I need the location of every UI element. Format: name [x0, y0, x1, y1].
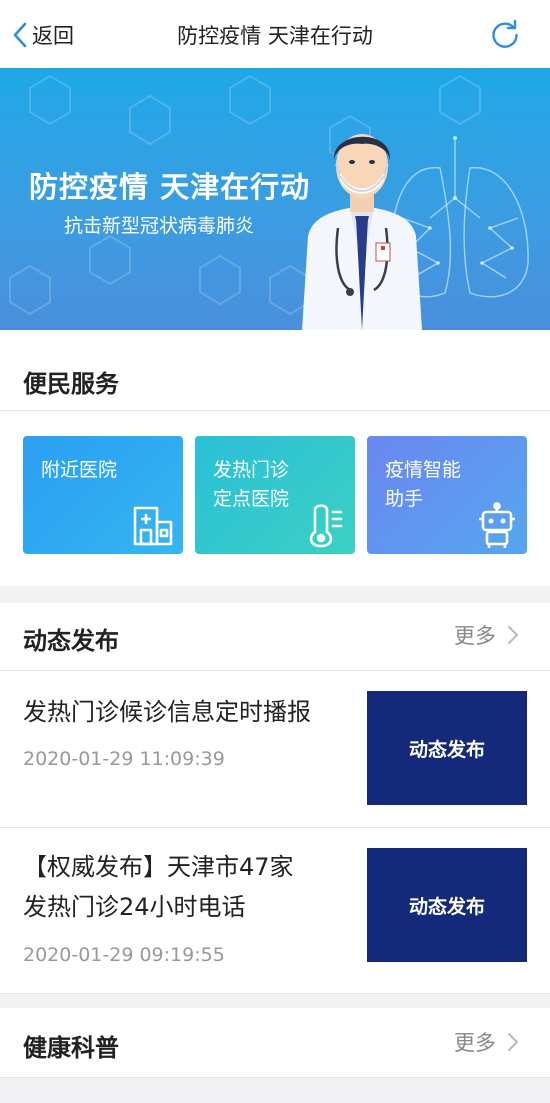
dynamic-title: 动态发布 [23, 627, 119, 655]
nearby-hospital-card[interactable]: 附近医院 [23, 436, 183, 554]
robot-icon [479, 502, 515, 548]
dynamic-header: 动态发布 更多 [0, 603, 550, 671]
page-title: 防控疫情 天津在行动 [177, 24, 373, 48]
dynamic-more-link[interactable]: 更多 [454, 618, 520, 652]
epidemic-assistant-card[interactable]: 疫情智能 助手 [367, 436, 527, 554]
services-title: 便民服务 [23, 370, 119, 398]
chevron-right-icon [508, 626, 518, 644]
news-title: 发热门诊候诊信息定时播报 [23, 698, 311, 726]
banner-subtitle: 抗击新型冠状病毒肺炎 [64, 215, 255, 237]
health-header: 健康科普 更多 [0, 1008, 550, 1078]
epidemic-banner[interactable]: 防控疫情 天津在行动 抗击新型冠状病毒肺炎 [0, 68, 550, 330]
chevron-right-icon [508, 1033, 518, 1051]
services-header: 便民服务 [0, 330, 550, 411]
card-label: 发热门诊 定点医院 [213, 459, 290, 510]
more-label: 更多 [454, 624, 496, 648]
health-more-link[interactable]: 更多 [454, 1025, 520, 1059]
banner-title: 防控疫情 天津在行动 [29, 170, 311, 204]
news-time: 2020-01-29 09:19:55 [23, 944, 225, 966]
card-label: 疫情智能 助手 [385, 459, 462, 510]
thermometer-icon [309, 504, 343, 548]
more-label: 更多 [454, 1031, 496, 1055]
services-panel: 附近医院 发热门诊 定点医院 疫情智能 助手 [0, 411, 550, 586]
health-title: 健康科普 [23, 1034, 119, 1062]
hospital-building-icon [133, 506, 173, 546]
refresh-icon[interactable] [489, 19, 521, 51]
news-item[interactable]: 发热门诊候诊信息定时播报 2020-01-29 11:09:39 动态发布 [0, 671, 550, 828]
fever-clinic-card[interactable]: 发热门诊 定点医院 [195, 436, 355, 554]
nav-bar: 返回 防控疫情 天津在行动 [0, 0, 550, 68]
news-thumbnail: 动态发布 [367, 848, 527, 962]
news-thumbnail: 动态发布 [367, 691, 527, 805]
news-title: 【权威发布】天津市47家 发热门诊24小时电话 [23, 853, 294, 921]
card-label: 附近医院 [41, 459, 118, 481]
news-time: 2020-01-29 11:09:39 [23, 748, 225, 770]
news-item[interactable]: 【权威发布】天津市47家 发热门诊24小时电话 2020-01-29 09:19… [0, 828, 550, 994]
